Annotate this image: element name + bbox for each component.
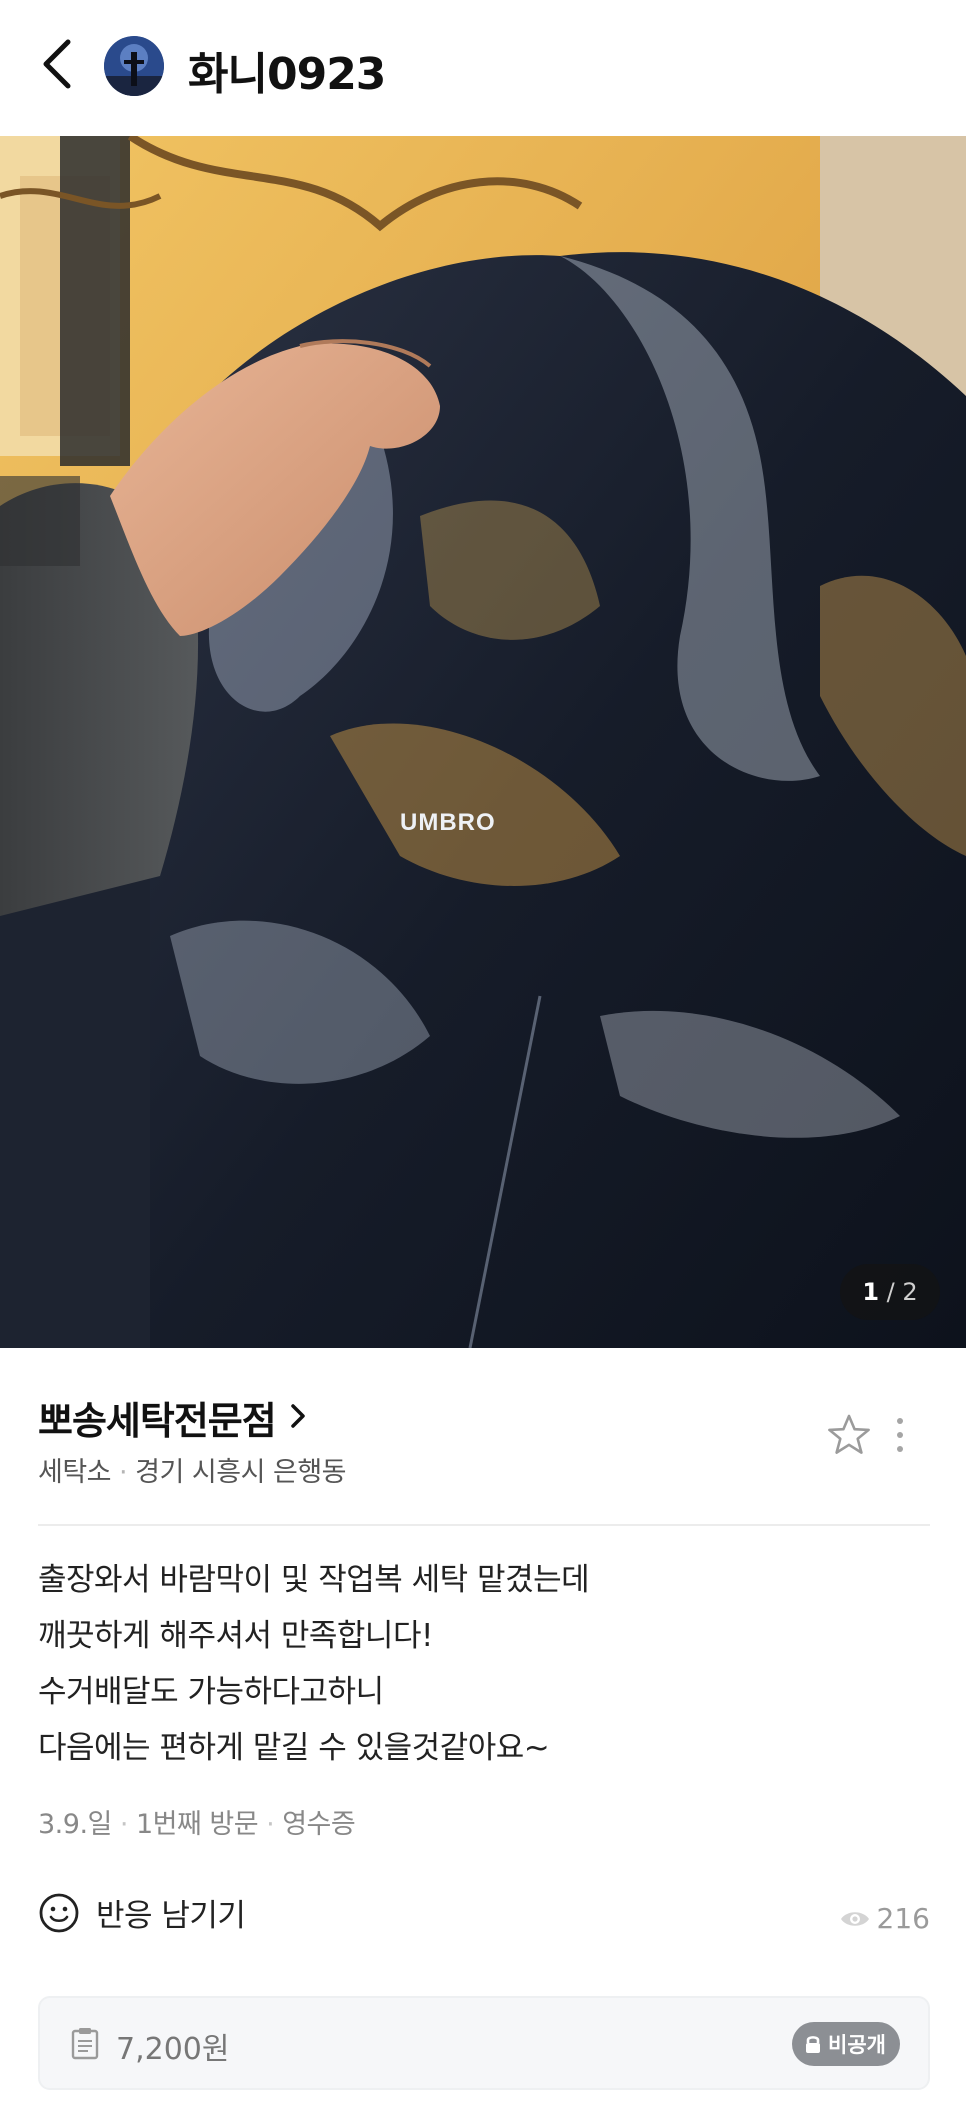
avatar[interactable]	[104, 36, 164, 96]
receipt-amount: 7,200원	[116, 2032, 230, 2067]
receipt-box: 7,200원 비공개	[38, 1996, 930, 2090]
place-location: 경기 시흥시 은행동	[135, 1457, 347, 1488]
separator-dot: ·	[266, 1809, 275, 1840]
divider	[38, 1524, 930, 1526]
photo-counter-separator: /	[886, 1278, 895, 1306]
review-line: 깨끗하게 해주셔서 만족합니다!	[38, 1618, 433, 1654]
review-text: 출장와서 바람막이 및 작업복 세탁 맡겼는데 깨끗하게 해주셔서 만족합니다!…	[38, 1552, 938, 1776]
app-header: 화니0923	[0, 0, 966, 136]
star-outline-icon	[828, 1414, 870, 1454]
separator-dot: ·	[119, 1457, 128, 1488]
place-name-link[interactable]: 뽀송세탁전문점	[38, 1390, 308, 1445]
view-count: 216	[839, 1902, 930, 1935]
review-line: 출장와서 바람막이 및 작업복 세탁 맡겼는데	[38, 1562, 590, 1598]
review-photo[interactable]: UMBRO	[0, 136, 966, 1348]
reaction-label: 반응 남기기	[96, 1898, 246, 1934]
bookmark-star-button[interactable]	[826, 1412, 872, 1458]
photo-counter-current: 1	[862, 1278, 880, 1306]
lock-icon	[806, 2036, 821, 2053]
photo-counter: 1 / 2	[840, 1264, 940, 1320]
review-line: 다음에는 편하게 맡길 수 있을것같아요~	[38, 1730, 550, 1766]
jacket-logo-text: UMBRO	[400, 809, 496, 836]
view-count-value: 216	[876, 1902, 930, 1935]
separator-dot: ·	[119, 1809, 129, 1840]
avatar-image	[104, 36, 164, 96]
username[interactable]: 화니0923	[188, 38, 386, 102]
smiley-icon	[39, 1893, 79, 1932]
eye-icon	[840, 1911, 869, 1926]
visit-meta: 3.9.일 · 1번째 방문 · 영수증	[38, 1802, 356, 1841]
chevron-left-icon	[43, 39, 71, 89]
visit-date: 3.9.일	[38, 1809, 112, 1840]
private-label: 비공개	[828, 2033, 886, 2057]
verification-type: 영수증	[282, 1809, 356, 1840]
place-category: 세탁소	[38, 1457, 112, 1488]
receipt-icon	[71, 2028, 99, 2060]
photo-illustration: UMBRO	[0, 136, 966, 1348]
private-badge[interactable]: 비공개	[792, 2022, 900, 2066]
photo-counter-total: 2	[902, 1278, 918, 1306]
more-vertical-icon	[897, 1418, 903, 1452]
visit-count: 1번째 방문	[135, 1809, 259, 1840]
leave-reaction-button[interactable]: 반응 남기기	[38, 1890, 246, 1935]
place-name: 뽀송세탁전문점	[38, 1399, 277, 1443]
back-button[interactable]	[36, 36, 80, 92]
chevron-right-icon	[288, 1396, 308, 1440]
review-line: 수거배달도 가능하다고하니	[38, 1674, 384, 1710]
place-meta: 세탁소 · 경기 시흥시 은행동	[38, 1450, 347, 1489]
more-options-button[interactable]	[886, 1412, 914, 1458]
